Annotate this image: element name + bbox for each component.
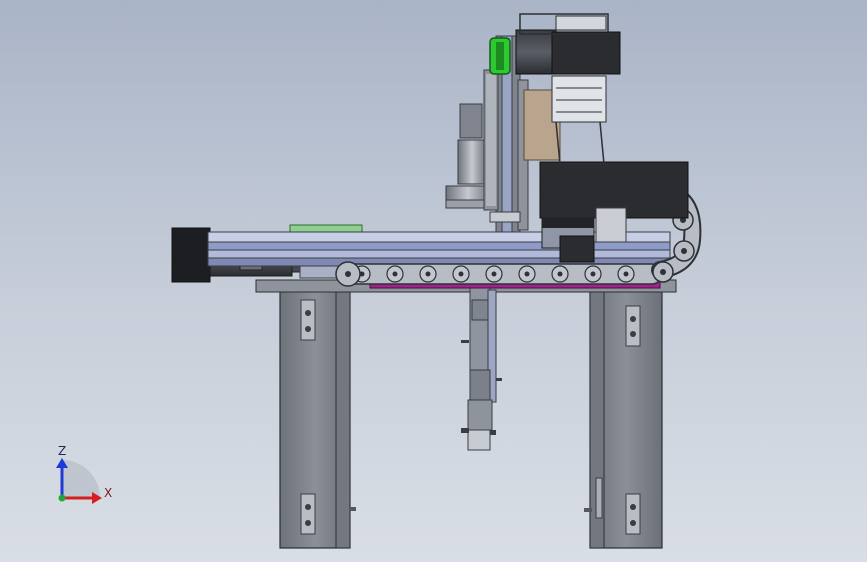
z-axis-column	[461, 287, 502, 451]
chain-links	[339, 263, 663, 285]
chain-pin	[458, 271, 464, 277]
chain-pin	[524, 271, 530, 277]
z-axis-label: Z	[58, 444, 66, 458]
spindle-assembly	[445, 69, 499, 211]
triad-origin	[58, 494, 66, 502]
triad-fan	[62, 460, 100, 498]
x-axis-label: X	[104, 486, 112, 500]
chain-pin	[491, 271, 497, 277]
chain-pin	[557, 271, 563, 277]
assembly-drawing: Z X	[56, 13, 702, 549]
right-support-leg	[584, 289, 663, 549]
chain-pin	[425, 271, 431, 277]
left-support-leg	[279, 289, 356, 549]
timing-belt-pulley	[489, 37, 511, 75]
cad-viewport[interactable]: Z X	[0, 0, 867, 562]
chain-pin	[392, 271, 398, 277]
chain-pin	[590, 271, 596, 277]
axis-triad: Z X	[56, 444, 112, 504]
chain-pin	[623, 271, 629, 277]
